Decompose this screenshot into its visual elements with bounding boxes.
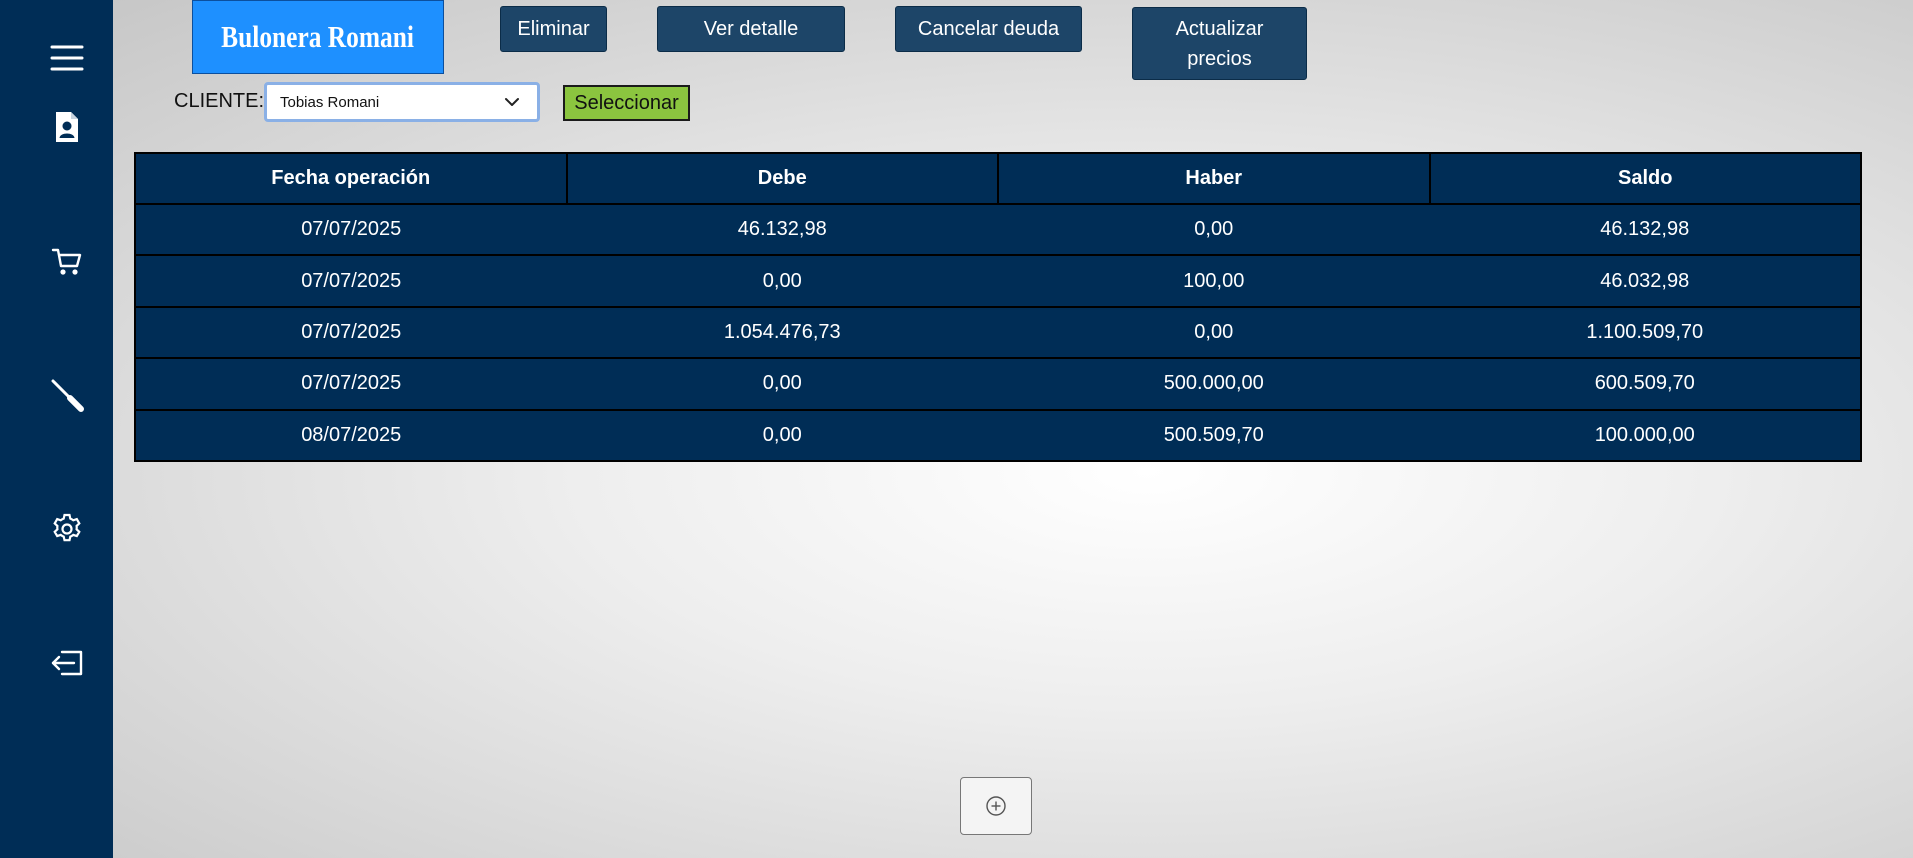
menu-icon[interactable] [36,34,98,82]
cell-haber: 100,00 [998,254,1430,308]
ver-detalle-button[interactable]: Ver detalle [657,6,845,52]
cell-saldo: 46.032,98 [1429,254,1862,308]
seleccionar-button[interactable]: Seleccionar [563,85,690,121]
logout-icon[interactable] [36,639,98,687]
actualizar-precios-button[interactable]: Actualizar precios [1132,7,1307,80]
cliente-select[interactable]: Tobias Romani [264,82,540,122]
cell-debe: 0,00 [566,357,998,411]
header-debe: Debe [565,152,999,205]
cell-haber: 0,00 [998,305,1430,360]
cliente-label: CLIENTE: [174,90,265,112]
table-row[interactable]: 07/07/2025 1.054.476,73 0,00 1.100.509,7… [134,305,1862,360]
add-button[interactable] [960,777,1032,835]
cell-debe: 0,00 [566,254,998,308]
brand-logo: Bulonera Romani [192,0,444,74]
table-header-row: Fecha operación Debe Haber Saldo [134,152,1862,205]
cliente-selected-value: Tobias Romani [280,93,380,111]
cell-fecha: 08/07/2025 [134,408,567,463]
sidebar [0,0,113,858]
header-saldo: Saldo [1428,152,1862,205]
cell-fecha: 07/07/2025 [134,305,567,360]
cell-debe: 0,00 [566,408,998,463]
table-row[interactable]: 07/07/2025 46.132,98 0,00 46.132,98 [134,202,1862,257]
actualizar-precios-label-line1: Actualizar [1175,17,1264,40]
header-haber: Haber [997,152,1431,205]
header-fecha: Fecha operación [134,152,568,205]
account-ledger-table: Fecha operación Debe Haber Saldo 07/07/2… [134,152,1862,463]
cell-debe: 1.054.476,73 [566,305,998,360]
actualizar-precios-label-line2: precios [1187,47,1252,70]
cell-haber: 0,00 [998,202,1430,257]
table-row[interactable]: 07/07/2025 0,00 500.000,00 600.509,70 [134,357,1862,411]
gear-icon[interactable] [36,505,98,553]
cell-haber: 500.000,00 [998,357,1430,411]
cell-fecha: 07/07/2025 [134,254,567,308]
table-row[interactable]: 08/07/2025 0,00 500.509,70 100.000,00 [134,408,1862,463]
screwdriver-icon[interactable] [36,371,98,419]
chevron-down-icon [505,98,519,106]
cancelar-deuda-button[interactable]: Cancelar deuda [895,6,1082,52]
cell-fecha: 07/07/2025 [134,202,567,257]
cart-icon[interactable] [36,238,98,286]
cell-saldo: 100.000,00 [1429,408,1862,463]
brand-name: Bulonera Romani [221,19,415,54]
table-row[interactable]: 07/07/2025 0,00 100,00 46.032,98 [134,254,1862,308]
cell-fecha: 07/07/2025 [134,357,567,411]
client-document-icon[interactable] [36,103,98,151]
plus-circle-icon [986,796,1006,816]
cell-saldo: 600.509,70 [1429,357,1862,411]
cell-haber: 500.509,70 [998,408,1430,463]
cell-saldo: 1.100.509,70 [1429,305,1862,360]
cell-saldo: 46.132,98 [1429,202,1862,257]
cell-debe: 46.132,98 [566,202,998,257]
eliminar-button[interactable]: Eliminar [500,6,607,52]
